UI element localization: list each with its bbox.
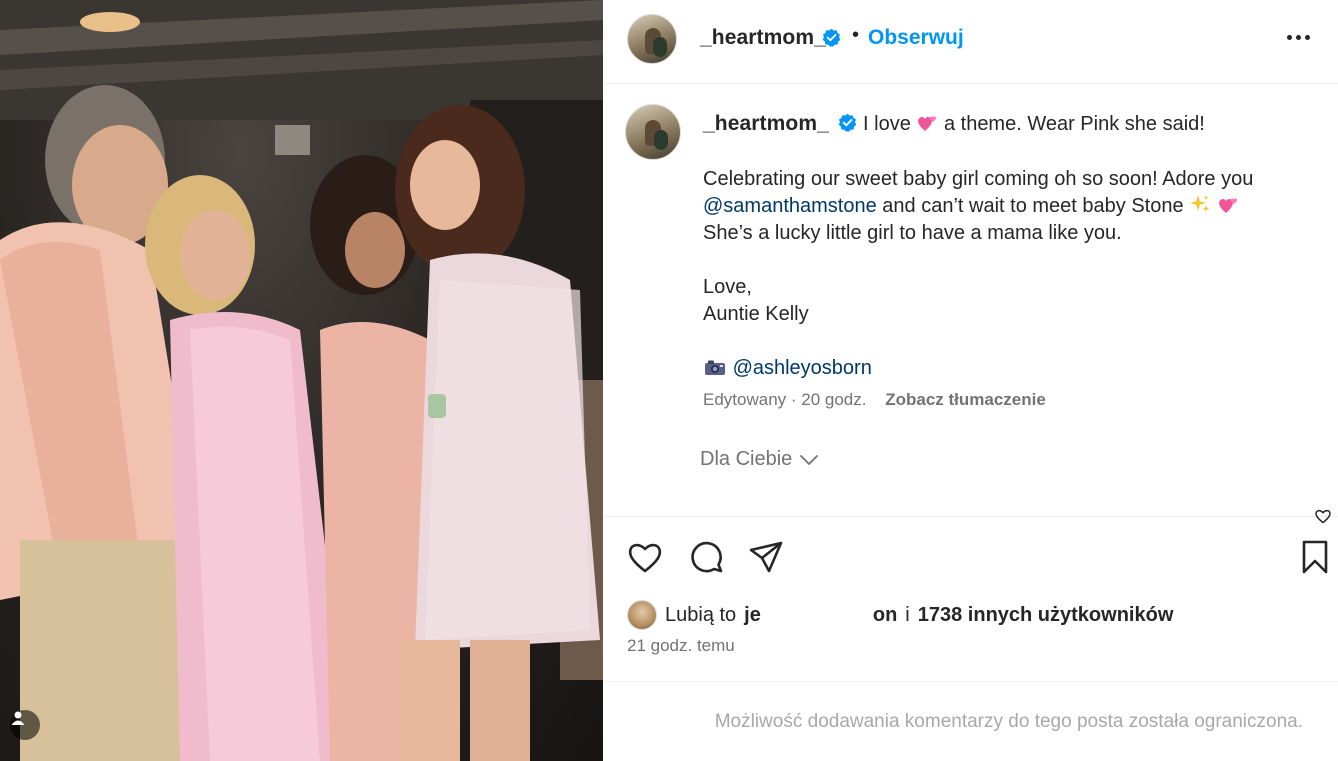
party-photo-illustration <box>0 0 603 761</box>
post-photo[interactable] <box>0 0 603 761</box>
camera-emoji-icon <box>705 360 725 375</box>
like-heart-icon[interactable] <box>626 538 664 576</box>
follow-button[interactable]: Obserwuj <box>868 26 964 50</box>
caption-para1-line2-text: and can’t wait to meet baby Stone <box>882 195 1184 217</box>
see-translation-button[interactable]: Zobacz tłumaczenie <box>885 390 1046 409</box>
caption-signoff-love: Love, <box>703 276 752 298</box>
caption-signoff-name: Auntie Kelly <box>703 303 809 325</box>
two-hearts-emoji-icon <box>918 116 937 131</box>
liker-name-start[interactable]: je <box>744 604 761 627</box>
likes-conjunction: i <box>905 603 910 626</box>
liker-name-end[interactable]: on <box>873 604 897 627</box>
caption-para1-line2: @samanthamstone and can’t wait to meet b… <box>703 193 1253 220</box>
post-actions: Lubią to je on i 1738 innych użytkowników… <box>603 518 1338 682</box>
likes-count[interactable]: 1738 innych użytkowników <box>918 604 1174 627</box>
likes-prefix: Lubią to <box>665 603 737 626</box>
edited-timestamp: Edytowany · 20 godz. <box>703 390 867 409</box>
chevron-down-icon <box>800 454 819 465</box>
comments-restricted-notice: Możliwość dodawania komentarzy do tego p… <box>714 710 1303 732</box>
caption-username[interactable]: _heartmom_ <box>703 112 829 135</box>
post-timestamp[interactable]: 21 godz. temu <box>627 636 735 656</box>
caption-para1-line1: Celebrating our sweet baby girl coming o… <box>703 168 1254 190</box>
comment-bubble-icon[interactable] <box>687 538 725 576</box>
liker-avatar[interactable] <box>627 600 657 630</box>
redacted-region <box>768 604 865 626</box>
for-you-label: Dla Ciebie <box>700 448 793 470</box>
mention-link-ashleyosborn[interactable]: @ashleyosborn <box>733 357 872 379</box>
for-you-dropdown[interactable]: Dla Ciebie <box>700 448 819 471</box>
two-hearts-emoji-icon <box>1218 198 1237 213</box>
tagged-user-icon <box>11 711 25 725</box>
save-bookmark-icon[interactable] <box>1296 538 1334 576</box>
author-username[interactable]: _heartmom_ <box>700 26 826 50</box>
post-header: _heartmom_ • Obserwuj <box>603 0 1338 84</box>
share-send-icon[interactable] <box>747 538 785 576</box>
tagged-user-button[interactable] <box>10 710 40 740</box>
caption-author-avatar[interactable] <box>625 104 681 160</box>
verified-badge-icon <box>822 28 841 47</box>
mention-link-samanthamstone[interactable]: @samanthamstone <box>703 195 877 217</box>
caption-body: Celebrating our sweet baby girl coming o… <box>703 166 1253 382</box>
caption-photo-credit: @ashleyosborn <box>703 355 1253 382</box>
header-separator: • <box>852 24 860 46</box>
post-caption: _heartmom_ I love a theme. Wear Pink she… <box>603 84 1338 524</box>
post-details-panel: _heartmom_ • Obserwuj _heartmom_ I love <box>603 0 1338 761</box>
caption-text-after-emoji: a theme. Wear Pink she said! <box>943 113 1205 135</box>
sparkles-emoji-icon <box>1190 195 1210 212</box>
verified-badge-icon <box>839 113 857 132</box>
caption-para1-line3: She’s a lucky little girl to have a mama… <box>703 222 1122 244</box>
caption-first-line: _heartmom_ I love a theme. Wear Pink she… <box>703 112 1205 136</box>
likes-summary[interactable]: Lubią to je on i 1738 innych użytkowników <box>627 600 1173 630</box>
caption-text-before-emoji: I love <box>863 113 911 135</box>
author-avatar[interactable] <box>627 14 677 64</box>
more-options-icon[interactable] <box>1287 30 1315 44</box>
caption-meta: Edytowany · 20 godz. Zobacz tłumaczenie <box>703 390 1046 410</box>
